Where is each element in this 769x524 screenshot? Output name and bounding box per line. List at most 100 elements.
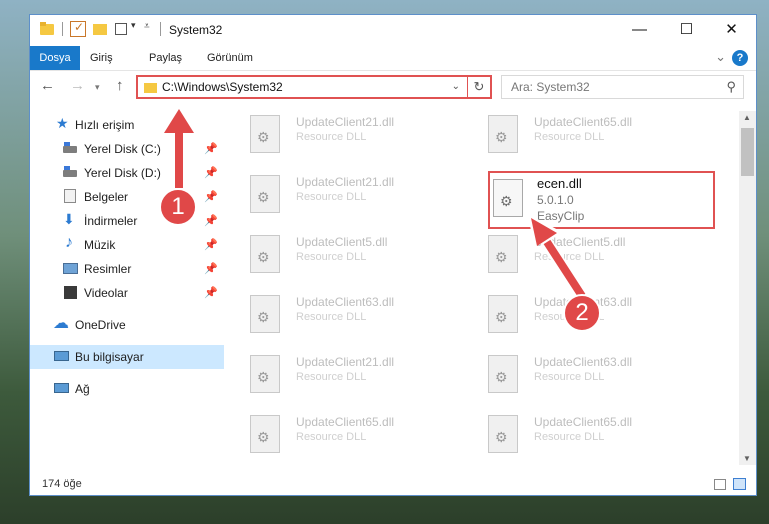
- pin-icon[interactable]: 📌: [204, 214, 218, 227]
- file-name: UpdateClient5.dll: [534, 235, 626, 249]
- sidebar-item-local-disk-c[interactable]: Yerel Disk (C:) 📌: [30, 137, 224, 161]
- explorer-window: ✓ ▾ ⩡ System32 — ☐ ✕ Dosya Giriş Paylaş …: [29, 14, 757, 496]
- sidebar-item-local-disk-d[interactable]: Yerel Disk (D:) 📌: [30, 161, 224, 185]
- pin-icon[interactable]: 📌: [204, 286, 218, 299]
- close-button[interactable]: ✕: [709, 15, 754, 45]
- pin-icon[interactable]: 📌: [204, 166, 218, 179]
- sidebar-item-label: Yerel Disk (D:): [84, 166, 161, 180]
- file-item[interactable]: UpdateClient21.dll Resource DLL: [244, 171, 474, 223]
- dll-file-icon: [250, 175, 280, 213]
- music-icon: [63, 234, 79, 252]
- file-item[interactable]: UpdateClient5.dll Resource DLL: [482, 231, 712, 283]
- help-icon[interactable]: ?: [732, 50, 748, 66]
- status-bar: 174 öğe: [30, 473, 756, 495]
- pin-icon[interactable]: 📌: [204, 190, 218, 203]
- pin-icon[interactable]: 📌: [204, 142, 218, 155]
- properties-check-icon[interactable]: ✓: [70, 20, 86, 37]
- recent-locations-chevron-icon[interactable]: ▾: [95, 82, 100, 93]
- sidebar-item-onedrive[interactable]: OneDrive: [30, 313, 224, 337]
- scroll-thumb[interactable]: [741, 128, 754, 176]
- sidebar-item-pictures[interactable]: Resimler 📌: [30, 257, 224, 281]
- dll-file-icon: [488, 235, 518, 273]
- forward-arrow-icon[interactable]: →: [70, 77, 85, 94]
- computer-icon: [54, 349, 70, 364]
- chevron-down-icon[interactable]: ⌄: [452, 81, 460, 92]
- address-path[interactable]: C:\Windows\System32: [162, 80, 283, 94]
- sidebar-item-quick-access[interactable]: Hızlı erişim: [30, 113, 224, 137]
- details-view-icon[interactable]: [714, 479, 726, 490]
- dll-file-icon: [493, 179, 523, 217]
- step-2-badge: 2: [563, 294, 601, 332]
- separator: [62, 22, 63, 36]
- file-description: Resource DLL: [296, 431, 367, 443]
- file-item[interactable]: UpdateClient21.dll Resource DLL: [244, 111, 474, 163]
- sidebar-item-videos[interactable]: Videolar 📌: [30, 281, 224, 305]
- file-item[interactable]: UpdateClient21.dll Resource DLL: [244, 351, 474, 403]
- sidebar-item-music[interactable]: Müzik 📌: [30, 233, 224, 257]
- pin-icon[interactable]: 📌: [204, 262, 218, 275]
- drive-icon: [63, 141, 79, 156]
- dll-file-icon: [488, 415, 518, 453]
- navigation-bar: ← → ▾ ↑ C:\Windows\System32 ⌄ ↻ Ara: Sys…: [30, 71, 756, 103]
- address-bar[interactable]: C:\Windows\System32 ⌄ ↻: [136, 75, 492, 99]
- dll-file-icon: [250, 415, 280, 453]
- videos-icon: [63, 285, 79, 300]
- window-title: System32: [169, 23, 223, 37]
- maximize-button[interactable]: ☐: [664, 15, 709, 45]
- file-item[interactable]: UpdateClient5.dll Resource DLL: [244, 231, 474, 283]
- ribbon: Dosya Giriş Paylaş Görünüm ⌄ ?: [30, 46, 756, 71]
- search-icon[interactable]: ⚲: [726, 79, 736, 95]
- file-version: 5.0.1.0: [537, 193, 574, 207]
- expand-ribbon-icon[interactable]: ⌄: [715, 49, 726, 65]
- file-description: Resource DLL: [296, 191, 367, 203]
- file-name: UpdateClient5.dll: [296, 235, 388, 249]
- tab-file[interactable]: Dosya: [30, 46, 80, 70]
- new-folder-icon[interactable]: [93, 21, 109, 37]
- file-item[interactable]: UpdateClient65.dll Resource DLL: [244, 411, 474, 463]
- file-item[interactable]: UpdateClient65.dll Resource DLL: [482, 411, 712, 463]
- file-item[interactable]: UpdateClient63.dll Resource DLL: [244, 291, 474, 343]
- sidebar-item-label: Belgeler: [84, 190, 129, 204]
- sidebar-item-label: Videolar: [84, 286, 128, 300]
- tab-home[interactable]: Giriş: [90, 46, 113, 70]
- scroll-up-icon[interactable]: ▲: [743, 113, 751, 122]
- sidebar-item-label: Bu bilgisayar: [75, 350, 144, 364]
- file-description: Resource DLL: [296, 311, 367, 323]
- dll-file-icon: [488, 115, 518, 153]
- file-item[interactable]: UpdateClient63.dll Resource DLL: [482, 351, 712, 403]
- sidebar-item-label: İndirmeler: [84, 214, 138, 228]
- sidebar-item-label: Resimler: [84, 262, 132, 276]
- search-placeholder: Ara: System32: [511, 80, 590, 94]
- file-description: Resource DLL: [534, 431, 605, 443]
- customize-toolbar-icon[interactable]: ⩡: [144, 21, 150, 32]
- dll-file-icon: [250, 295, 280, 333]
- sidebar-item-this-pc[interactable]: Bu bilgisayar: [30, 345, 224, 369]
- star-icon: [56, 115, 72, 132]
- scroll-down-icon[interactable]: ▼: [743, 454, 751, 463]
- drive-icon: [63, 165, 79, 180]
- title-bar: ✓ ▾ ⩡ System32 — ☐ ✕: [30, 15, 756, 46]
- up-arrow-icon[interactable]: ↑: [116, 77, 124, 94]
- sidebar-item-network[interactable]: Ağ: [30, 377, 224, 401]
- file-description: Resource DLL: [534, 131, 605, 143]
- highlighted-file-ecen-dll[interactable]: ecen.dll 5.0.1.0 EasyClip: [488, 171, 715, 229]
- refresh-icon[interactable]: ↻: [467, 77, 490, 97]
- file-description: Resource DLL: [296, 131, 367, 143]
- dll-file-icon: [488, 295, 518, 333]
- pictures-icon: [63, 261, 79, 276]
- vertical-scrollbar[interactable]: ▲ ▼: [739, 111, 756, 465]
- search-input[interactable]: Ara: System32 ⚲: [501, 75, 744, 99]
- back-arrow-icon[interactable]: ←: [40, 77, 55, 94]
- pin-icon[interactable]: 📌: [204, 238, 218, 251]
- minimize-button[interactable]: —: [617, 15, 662, 45]
- large-icons-view-icon[interactable]: [733, 478, 746, 490]
- chevron-down-icon[interactable]: ▾: [131, 20, 136, 31]
- tab-share[interactable]: Paylaş: [149, 46, 182, 70]
- file-name: UpdateClient21.dll: [296, 115, 395, 129]
- view-options-icon[interactable]: [115, 21, 131, 37]
- tab-view[interactable]: Görünüm: [207, 46, 253, 70]
- file-description: Resource DLL: [534, 251, 605, 263]
- file-list: UpdateClient21.dll Resource DLL UpdateCl…: [244, 111, 739, 465]
- network-icon: [54, 381, 70, 396]
- file-item[interactable]: UpdateClient65.dll Resource DLL: [482, 111, 712, 163]
